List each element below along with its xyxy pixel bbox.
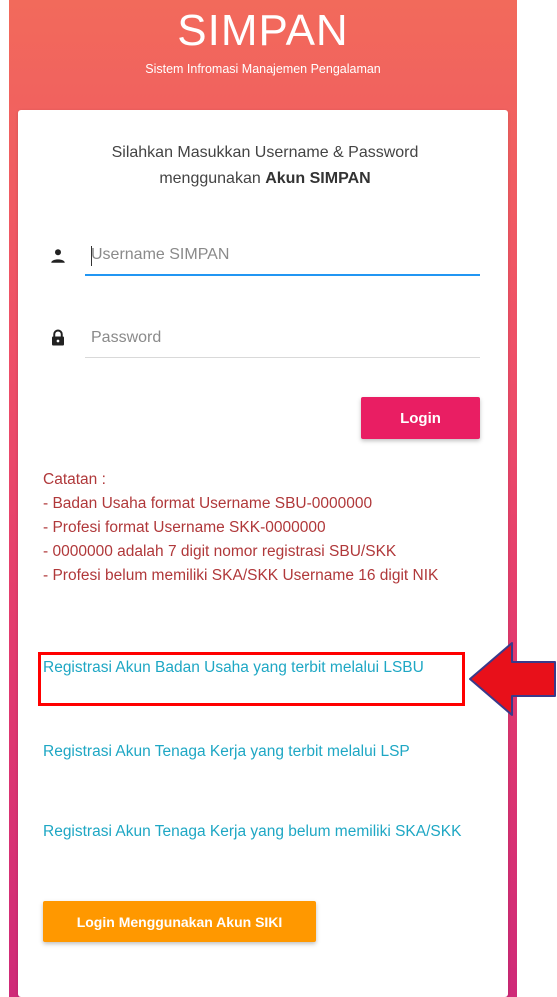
instructions-line-1: Silahkan Masukkan Username & Password	[111, 144, 419, 161]
register-worker-lsp-link[interactable]: Registrasi Akun Tenaga Kerja yang terbit…	[43, 740, 468, 764]
login-instructions: Silahkan Masukkan Username & Password me…	[45, 140, 485, 192]
login-button[interactable]: Login	[361, 397, 480, 439]
login-siki-button[interactable]: Login Menggunakan Akun SIKI	[43, 901, 316, 942]
highlight-box	[38, 652, 465, 706]
username-input[interactable]	[85, 236, 480, 276]
register-worker-no-ska-link[interactable]: Registrasi Akun Tenaga Kerja yang belum …	[43, 820, 468, 844]
app-title: SIMPAN	[177, 6, 349, 55]
notes-section: Catatan : - Badan Usaha format Username …	[43, 468, 488, 588]
app-subtitle: Sistem Infromasi Manajemen Pengalaman	[145, 62, 381, 76]
note-line: - Profesi format Username SKK-0000000	[43, 519, 326, 536]
note-line: - 0000000 adalah 7 digit nomor registras…	[43, 543, 397, 560]
arrow-left-icon	[469, 642, 556, 716]
note-line: - Badan Usaha format Username SBU-000000…	[43, 495, 373, 512]
note-line: - Profesi belum memiliki SKA/SKK Usernam…	[43, 567, 439, 584]
instructions-line-2-prefix: menggunakan	[159, 170, 266, 187]
instructions-account-name: Akun SIMPAN	[265, 170, 371, 187]
password-input[interactable]	[85, 318, 480, 358]
notes-heading: Catatan :	[43, 471, 106, 488]
lock-icon	[52, 329, 64, 346]
text-cursor	[91, 246, 92, 266]
person-icon	[51, 249, 65, 263]
